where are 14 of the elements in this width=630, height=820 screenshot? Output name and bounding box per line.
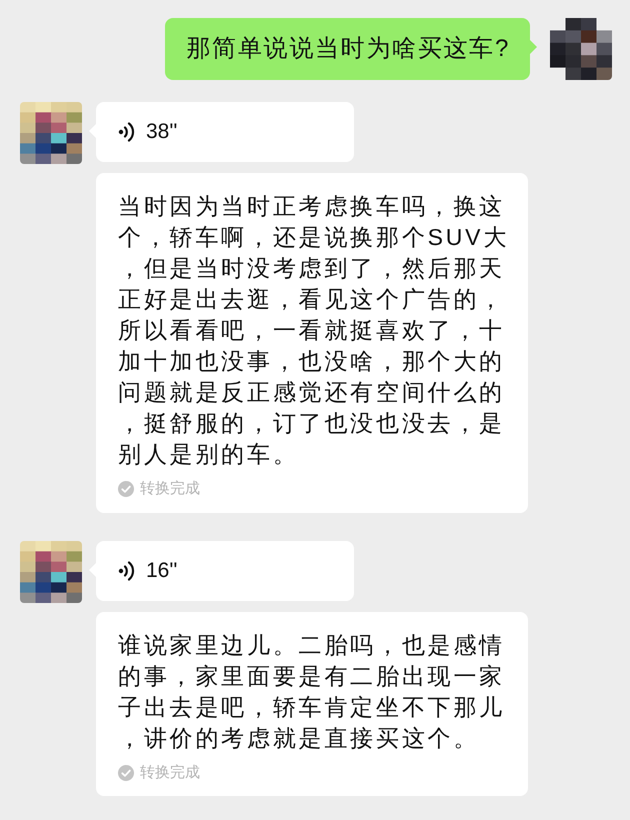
voice-duration: 16'' <box>146 558 178 584</box>
voice-message[interactable]: 16'' <box>96 540 354 600</box>
transcript-text: 当时因为当时正考虑换车吗，换这 个，轿车啊，还是说换那个SUV大 ，但是当时没考虑到了，然后那天 正好是出去逛，看见这个广告的， 所以看看吧，一看就挺喜欢了，十 加十加也没事，也没啥，那个大的 问题就是反正感觉还有空间什么的 ，挺舒服的，订了也没也没去，是 别人是别的车。 <box>118 192 510 469</box>
check-icon <box>118 481 134 498</box>
transcript-text: 谁说家里边儿。二胎吗，也是感情 的事，家里面要是有二胎出现一家 子出去是吧，轿车肯定坐不下那儿 ，讲价的考虑就是直接买这个。 <box>118 630 506 752</box>
check-icon <box>118 764 134 781</box>
conversion-status: 转换完成 <box>140 479 200 499</box>
conversion-status: 转换完成 <box>140 762 200 782</box>
voice-icon <box>118 120 136 144</box>
voice-message[interactable]: 38'' <box>96 102 354 162</box>
voice-duration: 38'' <box>146 119 178 146</box>
bubble-tail <box>530 40 537 54</box>
voice-icon <box>118 558 136 582</box>
message-bubble: 那简单说说当时为啥买这车? <box>164 18 530 80</box>
